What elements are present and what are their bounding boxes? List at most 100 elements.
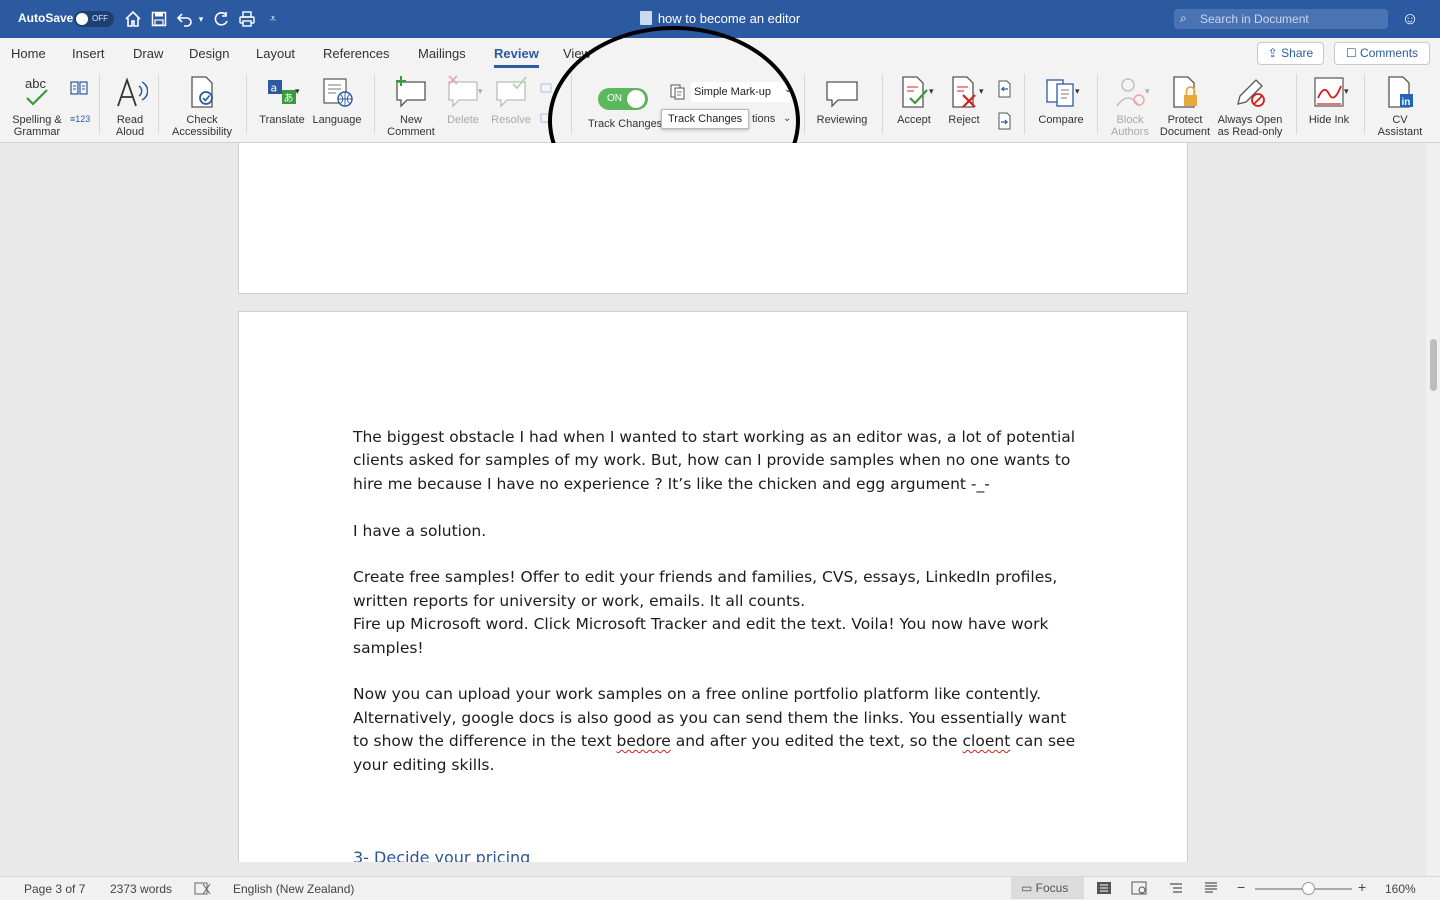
compare-label: Compare bbox=[1038, 114, 1084, 126]
tab-references[interactable]: References bbox=[323, 46, 389, 61]
delete-comment-button[interactable]: Delete bbox=[440, 74, 486, 126]
previous-comment-icon[interactable] bbox=[540, 82, 552, 96]
tab-mailings[interactable]: Mailings bbox=[418, 46, 466, 61]
document-body-text[interactable]: The biggest obstacle I had when I wanted… bbox=[353, 426, 1083, 777]
search-input[interactable] bbox=[1200, 11, 1380, 27]
reject-button[interactable]: Reject bbox=[942, 74, 986, 126]
ribbon-separator bbox=[1097, 74, 1098, 134]
share-button[interactable]: ⇪ Share bbox=[1257, 42, 1324, 65]
search-box[interactable]: ⌕ bbox=[1174, 9, 1388, 29]
tab-layout[interactable]: Layout bbox=[256, 46, 295, 61]
paragraph: Fire up Microsoft word. Click Microsoft … bbox=[353, 615, 1049, 657]
new-comment-button[interactable]: New Comment bbox=[384, 74, 438, 138]
print-icon[interactable] bbox=[238, 10, 256, 28]
redo-icon[interactable] bbox=[212, 10, 230, 28]
accept-dropdown-icon[interactable]: ▾ bbox=[929, 86, 934, 97]
resolve-button[interactable]: Resolve bbox=[488, 74, 534, 126]
paragraph: Now you can upload your work samples on … bbox=[353, 683, 1083, 777]
accessibility-icon bbox=[184, 74, 220, 110]
accept-change-icon bbox=[896, 74, 932, 110]
save-icon[interactable] bbox=[150, 10, 168, 28]
paragraph: I have a solution. bbox=[353, 521, 487, 540]
next-comment-icon[interactable] bbox=[540, 112, 552, 126]
scrollbar-thumb[interactable] bbox=[1430, 339, 1437, 391]
tab-design[interactable]: Design bbox=[189, 46, 229, 61]
translate-button[interactable]: aあ Translate bbox=[256, 74, 308, 126]
zoom-level[interactable]: 160% bbox=[1385, 882, 1416, 896]
hide-ink-button[interactable]: Hide Ink bbox=[1304, 74, 1354, 126]
ribbon-tabs: Home Insert Draw Design Layout Reference… bbox=[0, 38, 1440, 68]
zoom-in-icon[interactable]: + bbox=[1358, 879, 1366, 895]
undo-dropdown-icon[interactable]: ▾ bbox=[196, 10, 206, 28]
hide-ink-dropdown-icon[interactable]: ▾ bbox=[1344, 86, 1349, 97]
document-canvas[interactable]: The biggest obstacle I had when I wanted… bbox=[0, 143, 1426, 862]
block-authors-dropdown-icon[interactable]: ▾ bbox=[1145, 86, 1150, 97]
ribbon-separator bbox=[1024, 74, 1025, 134]
translate-dropdown-icon[interactable]: ▾ bbox=[295, 86, 300, 97]
cv-assistant-button[interactable]: in CV Assistant bbox=[1374, 74, 1426, 138]
markup-display-icon bbox=[670, 84, 686, 100]
read-aloud-icon bbox=[112, 74, 149, 110]
home-icon[interactable] bbox=[124, 10, 142, 28]
previous-change-icon[interactable] bbox=[996, 80, 1012, 98]
tab-review[interactable]: Review bbox=[494, 46, 539, 68]
show-markup-dropdown-icon[interactable]: ⌄ bbox=[783, 113, 791, 124]
next-change-icon[interactable] bbox=[996, 112, 1012, 130]
markup-display-select[interactable]: Simple Mark-up ⌄ bbox=[670, 82, 794, 102]
svg-text:in: in bbox=[1402, 97, 1411, 108]
language-button[interactable]: Language bbox=[310, 74, 364, 126]
always-open-read-only-button[interactable]: Always Open as Read-only bbox=[1214, 74, 1286, 138]
spelling-error-word[interactable]: cloent bbox=[963, 732, 1011, 750]
outline-view-icon[interactable] bbox=[1168, 881, 1184, 895]
autosave-toggle[interactable]: OFF bbox=[74, 11, 114, 27]
protect-document-button[interactable]: Protect Document bbox=[1158, 74, 1212, 138]
document-page-previous[interactable] bbox=[238, 143, 1188, 294]
tab-draw[interactable]: Draw bbox=[133, 46, 163, 61]
tab-insert[interactable]: Insert bbox=[72, 46, 105, 61]
customize-toolbar-icon[interactable]: ⩡ bbox=[264, 10, 282, 28]
show-markup-label[interactable]: tions bbox=[752, 113, 775, 125]
reviewing-pane-button[interactable]: Reviewing bbox=[812, 74, 872, 126]
focus-mode-button[interactable]: ▭ Focus bbox=[1011, 877, 1084, 899]
comments-button[interactable]: ☐ Comments bbox=[1334, 42, 1430, 65]
hide-ink-label: Hide Ink bbox=[1308, 114, 1350, 126]
reject-dropdown-icon[interactable]: ▾ bbox=[979, 86, 984, 97]
track-changes-toggle[interactable]: ON bbox=[598, 88, 648, 110]
autosave-state: OFF bbox=[92, 14, 108, 23]
spelling-error-word[interactable]: bedore bbox=[617, 732, 671, 750]
ribbon-separator bbox=[246, 74, 247, 134]
print-layout-view-icon[interactable] bbox=[1096, 881, 1112, 895]
compare-dropdown-icon[interactable]: ▾ bbox=[1075, 86, 1080, 97]
focus-label: Focus bbox=[1035, 881, 1069, 895]
status-bar: Page 3 of 7 2373 words English (New Zeal… bbox=[0, 876, 1440, 900]
thesaurus-icon[interactable] bbox=[70, 80, 88, 96]
draft-view-icon[interactable] bbox=[1203, 881, 1219, 895]
read-aloud-button[interactable]: Read Aloud bbox=[108, 74, 152, 138]
ribbon-separator bbox=[1296, 74, 1297, 134]
delete-dropdown-icon[interactable]: ▾ bbox=[478, 86, 483, 97]
tab-home[interactable]: Home bbox=[11, 46, 46, 61]
svg-text:あ: あ bbox=[284, 93, 294, 105]
zoom-slider-knob[interactable] bbox=[1302, 882, 1315, 895]
proofing-icon[interactable] bbox=[194, 882, 212, 896]
new-comment-icon bbox=[393, 74, 429, 110]
word-count[interactable]: 2373 words bbox=[110, 882, 172, 896]
tab-view[interactable]: View bbox=[563, 46, 591, 61]
feedback-smiley-icon[interactable]: ☺ bbox=[1400, 9, 1420, 29]
check-accessibility-button[interactable]: Check Accessibility bbox=[166, 74, 238, 138]
vertical-scrollbar[interactable] bbox=[1426, 143, 1440, 876]
markup-dropdown-icon: ⌄ bbox=[784, 84, 793, 95]
page-count[interactable]: Page 3 of 7 bbox=[24, 882, 85, 896]
zoom-out-icon[interactable]: − bbox=[1237, 879, 1245, 895]
accept-button[interactable]: Accept bbox=[892, 74, 936, 126]
protect-label: Protect bbox=[1167, 114, 1203, 126]
spelling-grammar-button[interactable]: abc Spelling & Grammar bbox=[8, 74, 66, 138]
word-count-icon[interactable]: ≡123 bbox=[70, 114, 90, 128]
language-status[interactable]: English (New Zealand) bbox=[233, 882, 354, 896]
document-page-current[interactable]: The biggest obstacle I had when I wanted… bbox=[238, 311, 1188, 862]
block-authors-button[interactable]: Block Authors bbox=[1105, 74, 1155, 138]
undo-icon[interactable] bbox=[176, 10, 194, 28]
web-layout-view-icon[interactable] bbox=[1131, 881, 1147, 895]
ribbon-separator bbox=[882, 74, 883, 134]
compare-button[interactable]: Compare bbox=[1034, 74, 1088, 126]
